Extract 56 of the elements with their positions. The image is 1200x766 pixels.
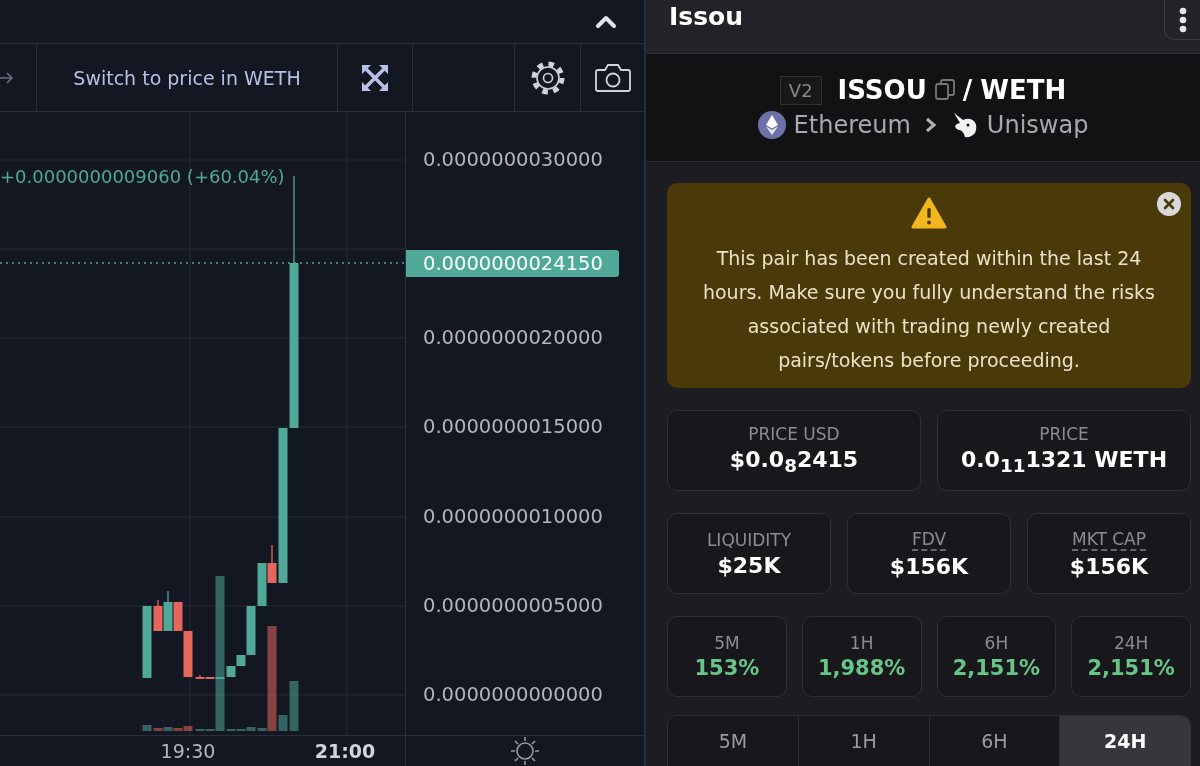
camera-icon[interactable] <box>593 62 632 93</box>
stat-label: PRICE USD <box>748 424 840 445</box>
stat-label: LIQUIDITY <box>706 529 792 550</box>
stat-label: FDV <box>911 528 947 551</box>
price-axis-label: 0.0000000005000 <box>423 594 603 618</box>
stat-value: $0.0$_{8}$2415 <box>729 447 859 477</box>
timeframe-tab[interactable]: 24H <box>1060 716 1190 766</box>
stat-label: 1H <box>849 633 874 653</box>
stat-value: 2,151% <box>952 656 1041 680</box>
price-axis-label: 0.0000000015000 <box>423 415 603 439</box>
version-badge: V2 <box>779 75 822 105</box>
stat-value: $156K <box>1069 553 1149 579</box>
timeframe-tab[interactable]: 1H <box>798 716 930 766</box>
settings-icon[interactable] <box>529 59 566 96</box>
kebab-icon[interactable] <box>1178 6 1187 33</box>
collapse-icon[interactable] <box>595 14 617 29</box>
chevron-right-icon <box>924 117 937 134</box>
price-axis-label: 0.0000000000000 <box>423 683 603 707</box>
switch-price-button[interactable]: Switch to price in WETH <box>37 44 338 111</box>
stat-value: $156K <box>889 553 969 579</box>
stat-value: 2,151% <box>1087 656 1175 680</box>
warning-message: This pair has been created within the last 24 hours. Make sure you fully understand the risks associated with trading newly created pairs/tokens before proceeding. <box>701 246 1157 373</box>
timeframe-tab[interactable]: 5M <box>668 716 799 766</box>
dex-link[interactable]: Uniswap <box>986 111 1089 140</box>
last-price-tag: 0.0000000024150 <box>406 250 619 277</box>
stat-label: 5M <box>714 633 740 653</box>
timeframe-tab[interactable]: 6H <box>929 716 1061 766</box>
pair-separator: / <box>962 75 973 106</box>
ethereum-icon <box>757 111 786 140</box>
candle <box>163 590 173 632</box>
more-button[interactable] <box>1164 0 1200 40</box>
candle <box>257 562 267 607</box>
time-axis-label: 21:00 <box>314 740 376 762</box>
time-axis-label: 19:30 <box>160 740 216 762</box>
stat-label: MKT CAP <box>1071 528 1146 551</box>
stat-label: 6H <box>984 633 1009 653</box>
price-axis-label: 0.0000000030000 <box>423 148 603 172</box>
pair-name: Issou <box>668 1 744 31</box>
price-axis-label: 0.0000000010000 <box>423 505 603 529</box>
close-icon[interactable] <box>1157 192 1181 216</box>
chain-link[interactable]: Ethereum <box>793 111 911 140</box>
price-change-label: +0.0000000009060 (+60.04%) <box>0 166 285 187</box>
stat-value: $25K <box>717 552 781 578</box>
stat-label: PRICE <box>1039 424 1089 445</box>
stat-value: 1,988% <box>817 656 906 680</box>
sun-icon[interactable] <box>510 736 540 766</box>
copy-icon[interactable] <box>934 79 955 102</box>
quote-token: WETH <box>980 75 1067 106</box>
expand-icon[interactable] <box>360 62 390 93</box>
stat-value: 0.0$_{11}$1321 WETH <box>960 447 1168 477</box>
base-token: ISSOU <box>837 75 927 106</box>
price-axis-label: 0.0000000020000 <box>423 326 603 350</box>
stat-value: 153% <box>694 656 760 680</box>
arrow-icon[interactable] <box>0 70 14 85</box>
stat-label: 24H <box>1113 633 1149 653</box>
warning-icon <box>911 197 947 229</box>
